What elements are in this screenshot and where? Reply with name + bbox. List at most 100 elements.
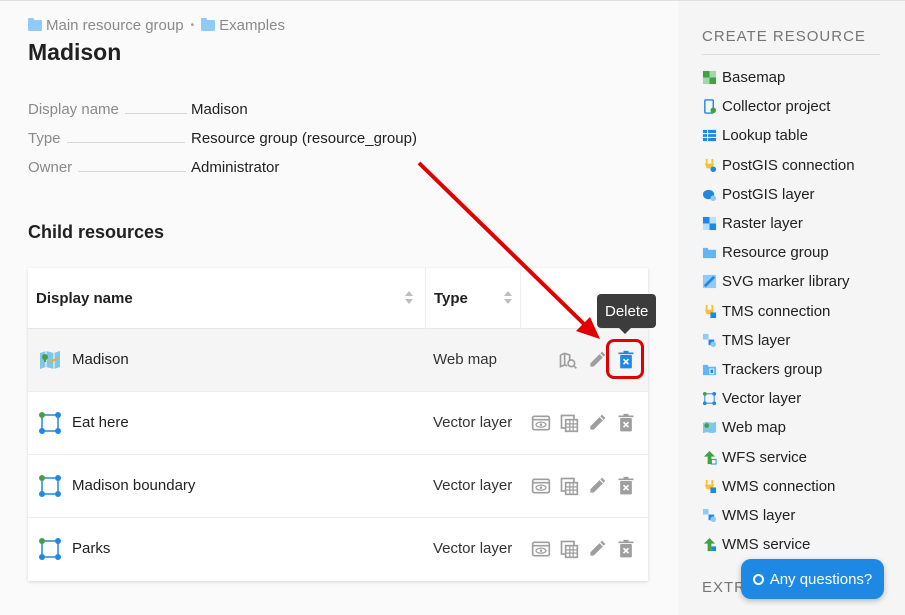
sidebar-item-tms-connection[interactable]: TMS connection — [702, 297, 855, 326]
property-row: Owner Administrator — [28, 159, 448, 188]
sidebar-item-tms-layer[interactable]: TMS layer — [702, 326, 855, 355]
sidebar: CREATE RESOURCE Basemap Collector projec… — [678, 0, 905, 615]
sidebar-item-basemap[interactable]: Basemap — [702, 63, 855, 92]
breadcrumb-item-examples[interactable]: Examples — [219, 17, 285, 34]
child-resources-title: Child resources — [28, 222, 165, 242]
preview-icon[interactable] — [530, 475, 552, 497]
breadcrumb-item-main-resource-group[interactable]: Main resource group — [46, 17, 184, 34]
edit-pencil-icon[interactable] — [586, 412, 608, 434]
edit-pencil-icon[interactable] — [586, 538, 608, 560]
sidebar-item-trackers-group[interactable]: Trackers group — [702, 355, 855, 384]
delete-highlight-ring — [606, 339, 644, 379]
table-row[interactable]: Parks Vector layer — [28, 518, 648, 581]
property-value: Administrator — [191, 159, 280, 176]
sidebar-item-wfs-service[interactable]: WFS service — [702, 442, 855, 471]
chat-label: Any questions? — [769, 570, 873, 588]
sidebar-item-vector-layer[interactable]: Vector layer — [702, 384, 855, 413]
preview-icon[interactable] — [530, 538, 552, 560]
extensions-heading: EXTR — [702, 579, 747, 596]
property-value: Madison — [191, 101, 248, 118]
feature-table-icon[interactable] — [558, 475, 580, 497]
delete-tooltip: Delete — [597, 294, 657, 334]
sort-icon[interactable] — [504, 291, 512, 305]
resource-type: Web map — [433, 351, 497, 368]
table-row[interactable]: Madison Web map — [28, 329, 648, 392]
property-label: Display name — [28, 101, 119, 118]
resource-name[interactable]: Madison — [72, 351, 129, 368]
vector-layer-icon — [38, 474, 62, 498]
sidebar-item-postgis-layer[interactable]: PostGIS layer — [702, 180, 855, 209]
property-leader — [66, 142, 185, 143]
sidebar-item-wms-layer[interactable]: WMS layer — [702, 501, 855, 530]
web-map-icon — [38, 348, 62, 372]
folder-icon — [28, 18, 42, 31]
page-title: Madison — [28, 39, 122, 65]
wfs-service-icon — [703, 450, 717, 465]
resource-type: Vector layer — [433, 477, 513, 494]
breadcrumb: Main resource group • Examples — [28, 17, 285, 34]
resource-group-icon — [702, 248, 717, 259]
table-header: Display name Type — [28, 268, 648, 329]
delete-icon[interactable] — [615, 412, 637, 434]
sidebar-item-web-map[interactable]: Web map — [702, 413, 855, 442]
edit-pencil-icon[interactable] — [586, 349, 608, 371]
table-row[interactable]: Madison boundary Vector layer — [28, 455, 648, 518]
divider — [702, 54, 880, 55]
tms-layer-icon — [702, 333, 717, 347]
property-value: Resource group (resource_group) — [191, 130, 417, 147]
chat-button[interactable]: Any questions? — [741, 559, 884, 599]
resource-name[interactable]: Eat here — [72, 414, 129, 431]
feature-table-icon[interactable] — [558, 412, 580, 434]
create-resource-heading: CREATE RESOURCE — [702, 28, 866, 45]
property-label: Type — [28, 130, 61, 147]
preview-icon[interactable] — [530, 412, 552, 434]
wms-layer-icon — [702, 508, 717, 522]
sidebar-item-wms-connection[interactable]: WMS connection — [702, 472, 855, 501]
delete-icon[interactable] — [615, 475, 637, 497]
vector-layer-icon — [38, 537, 62, 561]
postgis-layer-icon — [702, 189, 717, 201]
create-resource-list: Basemap Collector project Lookup table P… — [702, 63, 855, 559]
sidebar-item-svg-marker-library[interactable]: SVG marker library — [702, 267, 855, 296]
sidebar-item-collector-project[interactable]: Collector project — [702, 92, 855, 121]
preview-map-icon[interactable] — [557, 349, 579, 371]
collector-project-icon — [704, 99, 717, 115]
column-header-type[interactable]: Type — [425, 268, 520, 329]
vector-layer-icon — [702, 392, 717, 406]
properties-list: Display name Madison Type Resource group… — [28, 101, 448, 188]
postgis-connection-icon — [704, 158, 717, 172]
resource-name[interactable]: Madison boundary — [72, 477, 195, 494]
property-row: Display name Madison — [28, 101, 448, 130]
web-map-icon — [702, 422, 717, 434]
wms-connection-icon — [704, 479, 717, 493]
trackers-group-icon — [702, 364, 717, 376]
breadcrumb-separator: • — [190, 20, 195, 31]
edit-pencil-icon[interactable] — [586, 475, 608, 497]
column-header-display-name[interactable]: Display name — [36, 268, 421, 329]
lookup-table-icon — [702, 130, 717, 142]
main-content: Main resource group • Examples Madison D… — [0, 0, 678, 615]
property-row: Type Resource group (resource_group) — [28, 130, 448, 159]
resource-type: Vector layer — [433, 414, 513, 431]
feature-table-icon[interactable] — [558, 538, 580, 560]
sidebar-item-lookup-table[interactable]: Lookup table — [702, 121, 855, 150]
property-leader — [78, 171, 187, 172]
delete-icon[interactable] — [615, 538, 637, 560]
svg-marker-library-icon — [702, 275, 717, 289]
tms-connection-icon — [704, 304, 717, 318]
resource-name[interactable]: Parks — [72, 540, 110, 557]
folder-icon — [201, 18, 216, 31]
vector-layer-icon — [38, 411, 62, 435]
property-label: Owner — [28, 159, 73, 176]
sidebar-item-wms-service[interactable]: WMS service — [702, 530, 855, 559]
sidebar-item-resource-group[interactable]: Resource group — [702, 238, 855, 267]
sidebar-item-postgis-connection[interactable]: PostGIS connection — [702, 151, 855, 180]
resource-type: Vector layer — [433, 540, 513, 557]
sidebar-item-raster-layer[interactable]: Raster layer — [702, 209, 855, 238]
basemap-icon — [702, 71, 717, 85]
chat-icon — [752, 573, 764, 585]
sort-icon[interactable] — [405, 291, 413, 305]
raster-layer-icon — [702, 216, 717, 231]
table-row[interactable]: Eat here Vector layer — [28, 392, 648, 455]
wms-service-icon — [703, 538, 717, 552]
